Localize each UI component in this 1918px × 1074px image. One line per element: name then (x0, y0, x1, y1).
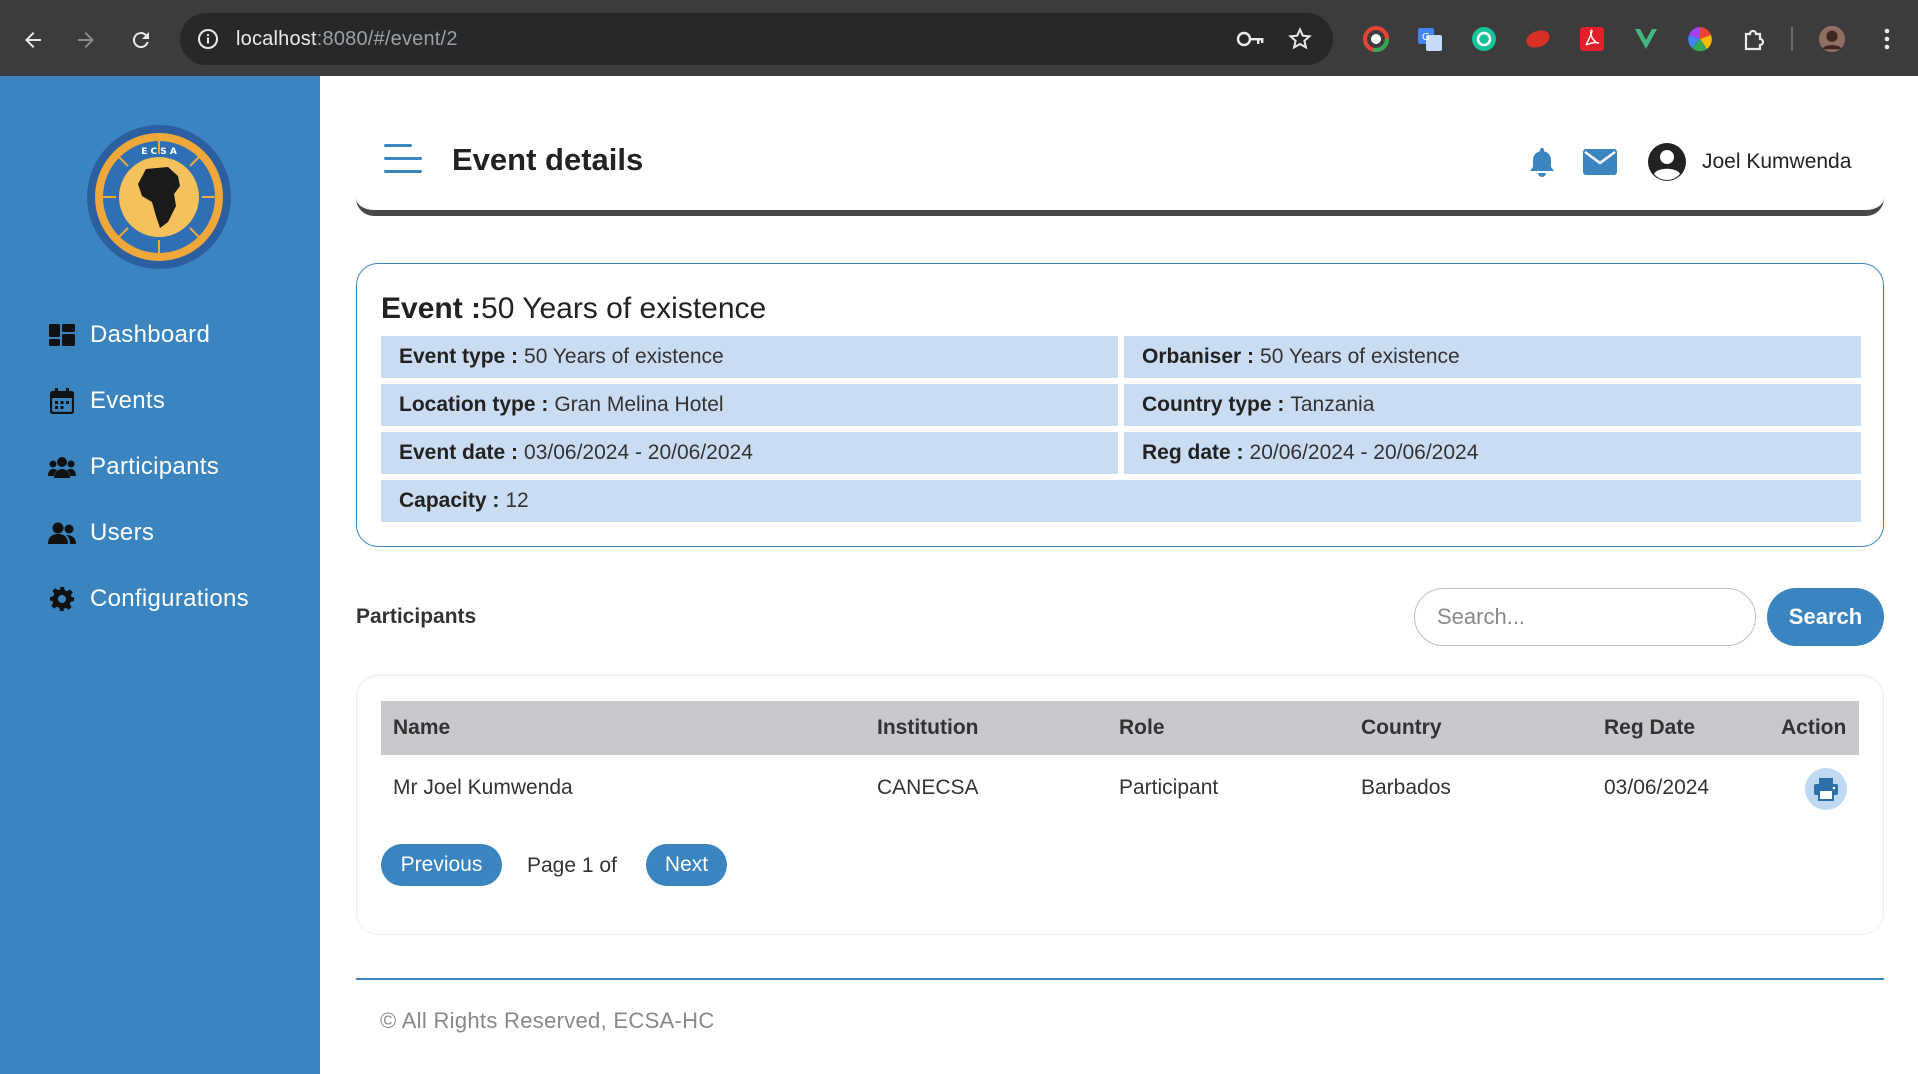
svg-text:E C S A: E C S A (141, 147, 177, 157)
colorpick-extension-icon[interactable] (1362, 25, 1390, 53)
print-icon (1814, 778, 1838, 801)
table-header: Name Institution Role Country Reg Date A… (381, 701, 1859, 755)
mail-icon[interactable] (1582, 144, 1618, 180)
next-button[interactable]: Next (646, 844, 727, 886)
cell-name: Mr Joel Kumwenda (393, 776, 573, 799)
page-title: Event details (452, 142, 644, 177)
pdf-extension-icon[interactable] (1578, 25, 1606, 53)
vue-extension-icon[interactable] (1632, 25, 1660, 53)
print-button[interactable] (1805, 768, 1847, 810)
notification-bell-icon[interactable] (1524, 144, 1560, 180)
organiser-field: Orbaniser :50 Years of existence (1124, 336, 1861, 378)
participants-icon (48, 453, 76, 481)
column-header-reg-date[interactable]: Reg Date (1604, 716, 1695, 740)
event-type-field: Event type :50 Years of existence (381, 336, 1118, 378)
url-text: localhost:8080/#/event/2 (236, 28, 458, 50)
user-name[interactable]: Joel Kumwenda (1702, 150, 1851, 174)
search-button[interactable]: Search (1767, 588, 1884, 646)
search-input[interactable] (1414, 588, 1756, 646)
previous-button[interactable]: Previous (381, 844, 502, 886)
column-header-name[interactable]: Name (393, 716, 450, 740)
sidebar-item-label: Users (90, 519, 155, 546)
site-info-icon[interactable] (194, 25, 222, 53)
sidebar-item-users[interactable]: Users (48, 513, 154, 553)
users-icon (48, 519, 76, 547)
cell-reg-date: 03/06/2024 (1604, 776, 1710, 799)
gear-icon (48, 585, 76, 613)
browser-toolbar: localhost:8080/#/event/2 G (0, 0, 1918, 76)
column-header-institution[interactable]: Institution (877, 716, 978, 740)
red-extension-icon[interactable] (1524, 25, 1552, 53)
sidebar-item-label: Dashboard (90, 321, 211, 348)
location-type-field: Location type : Gran Melina Hotel (381, 384, 1118, 426)
forward-icon[interactable] (66, 20, 106, 60)
sidebar-item-participants[interactable]: Participants (48, 447, 219, 487)
column-header-action: Action (1781, 716, 1847, 739)
column-header-country[interactable]: Country (1361, 716, 1442, 740)
reload-icon[interactable] (121, 20, 161, 60)
footer-divider (356, 978, 1884, 980)
color-wheel-extension-icon[interactable] (1686, 25, 1714, 53)
password-key-icon[interactable] (1236, 25, 1264, 53)
footer-copyright: © All Rights Reserved, ECSA-HC (380, 1008, 715, 1033)
sidebar: E C S A Dashboard Events Participants Us… (0, 76, 320, 1074)
reg-date-field: Reg date :20/06/2024 - 20/06/2024 (1124, 432, 1861, 474)
event-heading: Event :50 Years of existence (381, 292, 767, 325)
event-details-card: Event :50 Years of existence Event type … (356, 263, 1884, 547)
profile-avatar-icon[interactable] (1818, 25, 1846, 53)
bookmark-star-icon[interactable] (1286, 25, 1314, 53)
svg-text:G: G (1422, 32, 1430, 43)
address-bar[interactable]: localhost:8080/#/event/2 (180, 13, 1333, 65)
event-date-field: Event date :03/06/2024 - 20/06/2024 (381, 432, 1118, 474)
calendar-icon (48, 387, 76, 415)
page-header: Event details Joel Kumwenda (356, 106, 1884, 216)
column-header-role[interactable]: Role (1119, 716, 1165, 740)
browser-menu-icon[interactable] (1873, 25, 1901, 53)
sidebar-item-label: Participants (90, 453, 219, 480)
cell-institution: CANECSA (877, 776, 979, 799)
cell-country: Barbados (1361, 776, 1451, 799)
user-avatar-icon[interactable] (1646, 141, 1688, 183)
ecsa-logo: E C S A (86, 124, 232, 270)
dashboard-icon (48, 321, 76, 349)
sidebar-item-dashboard[interactable]: Dashboard (48, 315, 210, 355)
menu-toggle-icon[interactable] (384, 144, 424, 174)
sidebar-item-label: Configurations (90, 585, 249, 612)
sidebar-item-configurations[interactable]: Configurations (48, 579, 249, 619)
sidebar-item-label: Events (90, 387, 166, 414)
participants-table-card: Name Institution Role Country Reg Date A… (356, 675, 1884, 935)
extensions-puzzle-icon[interactable] (1740, 25, 1768, 53)
page-info: Page 1 of (527, 854, 617, 877)
cell-role: Participant (1119, 776, 1219, 799)
translate-extension-icon[interactable]: G (1416, 25, 1444, 53)
sidebar-item-events[interactable]: Events (48, 381, 165, 421)
country-type-field: Country type : Tanzania (1124, 384, 1861, 426)
back-icon[interactable] (13, 20, 53, 60)
participants-title: Participants (356, 605, 477, 628)
grammarly-extension-icon[interactable] (1470, 25, 1498, 53)
capacity-field: Capacity :12 (381, 480, 1861, 522)
toolbar-divider (1791, 27, 1793, 51)
